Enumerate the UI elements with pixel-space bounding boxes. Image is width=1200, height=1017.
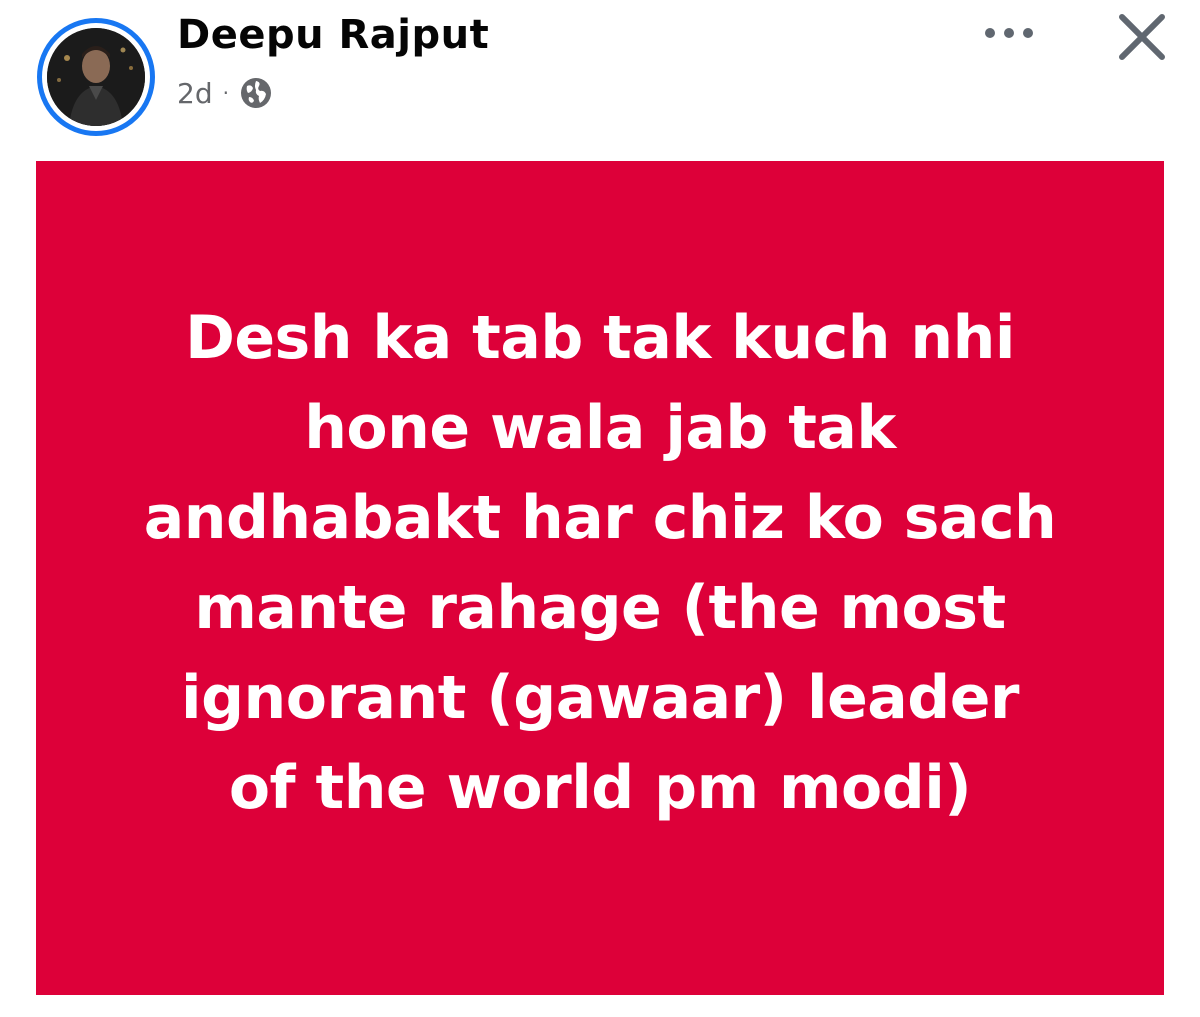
avatar-photo [47,28,145,126]
post-text-line: Desh ka tab tak kuch nhi [185,303,1015,373]
post-text: Desh ka tab tak kuch nhi hone wala jab t… [80,293,1120,833]
post-text-line: andhabakt har chiz ko sach [143,483,1057,553]
post-text-line: hone wala jab tak [304,393,896,463]
post-text-line: mante rahage (the most [194,573,1006,643]
post-text-line: of the world pm modi) [228,753,972,823]
close-button[interactable] [1110,5,1174,69]
post-time[interactable]: 2d [177,77,213,110]
meta-separator: · [222,81,229,105]
avatar[interactable] [37,18,155,136]
more-dots-icon [985,28,1033,38]
globe-icon[interactable] [239,76,273,110]
post-viewer: Deepu Rajput 2d · Desh ka tab tak kuch n… [0,0,1200,1017]
close-icon [1119,14,1165,60]
post-meta: 2d · [177,76,273,110]
post-text-card[interactable]: Desh ka tab tak kuch nhi hone wala jab t… [36,161,1164,995]
more-options-button[interactable] [978,18,1040,48]
author-name[interactable]: Deepu Rajput [177,12,489,58]
post-text-line: ignorant (gawaar) leader [181,663,1019,733]
